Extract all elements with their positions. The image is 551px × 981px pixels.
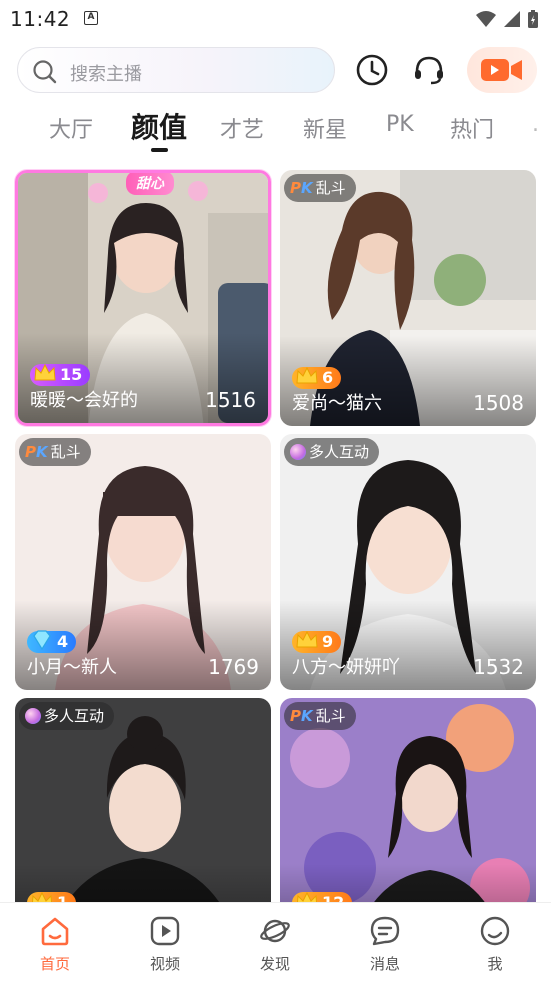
tab-hall[interactable]: 大厅 [49,112,93,144]
nav-label: 视频 [149,955,180,973]
wifi-icon [476,11,496,27]
viewer-count: 1508 [473,391,524,415]
message-icon [370,916,400,946]
nav-me[interactable]: 我 [465,915,525,974]
video-icon [150,916,180,946]
signal-icon [504,11,520,27]
mode-tag: 多人互动 [284,438,380,466]
search-input[interactable]: 搜索主播 [17,47,335,93]
mode-tag: PK 乱斗 [284,174,356,202]
mode-tag: 多人互动 [19,702,115,730]
tab-indicator [151,148,168,152]
streamer-name: 暖暖～会好的 [30,390,138,411]
viewer-count: 1532 [473,655,524,679]
tab-more[interactable]: . [532,112,539,137]
nav-label: 消息 [369,955,400,973]
multi-interact-icon [25,708,41,724]
history-icon[interactable] [354,52,390,88]
multi-interact-icon [290,444,306,460]
pk-icon: PK [290,179,313,197]
stream-card[interactable]: 多人互动 9 八方～妍妍吖 1532 [280,434,536,690]
bottom-nav: 首页 视频 发现 消息 我 [0,902,551,981]
home-icon [41,917,69,946]
crown-icon [296,366,318,384]
category-tabs: 大厅 颜值 才艺 新星 PK 热门 . [0,104,551,150]
nav-video[interactable]: 视频 [135,915,195,974]
nav-label: 发现 [259,955,290,973]
sweetheart-badge: 甜心 [126,173,174,195]
go-live-button[interactable] [467,47,537,93]
crown-icon [34,363,56,381]
video-camera-icon [481,59,522,81]
streamer-name: 八方～妍妍吖 [292,657,400,678]
tab-pk[interactable]: PK [386,112,414,137]
stream-card[interactable]: PK 乱斗 4 小月～新人 1769 [15,434,271,690]
crown-icon [296,630,318,648]
battery-icon [528,10,538,28]
diamond-icon [33,630,51,651]
mode-tag: PK 乱斗 [284,702,356,730]
status-time: 11:42 [10,7,71,31]
level-badge: 4 [27,630,77,653]
streamer-name: 爱尚～猫六 [292,393,382,414]
tab-looks[interactable]: 颜值 [131,106,187,146]
tab-hot[interactable]: 热门 [450,112,494,144]
level-badge: 6 [292,366,342,389]
pk-icon: PK [25,443,48,461]
streamer-name: 小月～新人 [27,657,117,678]
mode-tag: PK 乱斗 [19,438,91,466]
tab-talent[interactable]: 才艺 [220,112,264,144]
profile-icon [480,916,510,946]
nav-label: 我 [487,955,503,973]
pk-icon: PK [290,707,313,725]
nav-label: 首页 [39,955,70,973]
nav-discover[interactable]: 发现 [245,915,305,974]
viewer-count: 1516 [205,388,256,412]
level-badge: 9 [292,630,342,653]
tab-new-star[interactable]: 新星 [303,112,347,144]
status-bar: 11:42 A [0,0,551,38]
nav-messages[interactable]: 消息 [355,915,415,974]
viewer-count: 1769 [208,655,259,679]
stream-card[interactable]: PK 乱斗 6 爱尚～猫六 1508 [280,170,536,426]
stream-card[interactable]: 甜心 15 暖暖～会好的 1516 [15,170,271,426]
level-badge: 15 [30,363,91,386]
search-placeholder: 搜索主播 [70,64,142,85]
planet-icon [260,919,290,943]
notification-icon: A [84,11,98,25]
nav-home[interactable]: 首页 [25,915,85,974]
customer-service-icon[interactable] [411,52,447,88]
status-icons [475,9,539,29]
search-icon [33,60,57,84]
